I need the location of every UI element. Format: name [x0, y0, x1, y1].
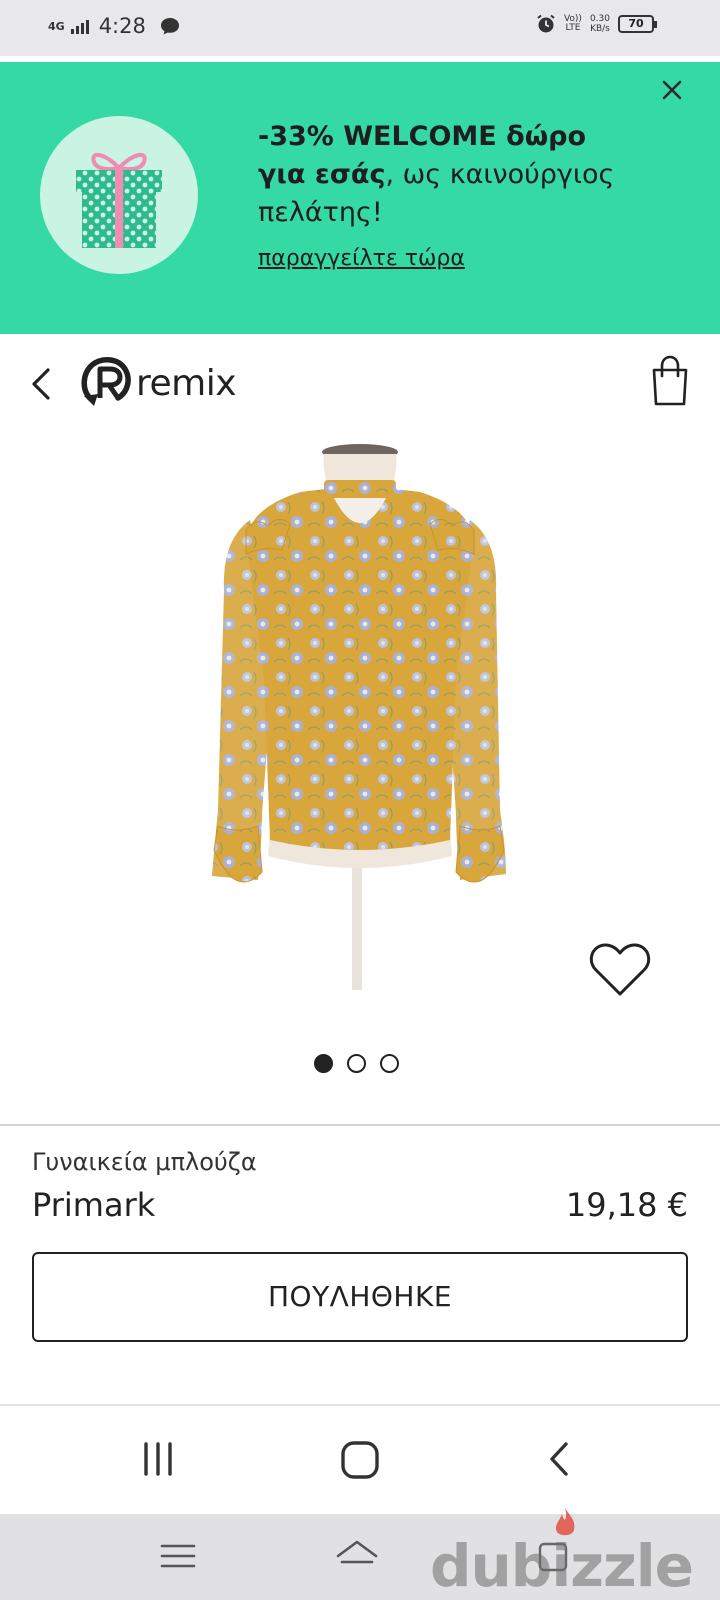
product-brand: Primark — [32, 1186, 156, 1224]
home-icon[interactable] — [336, 1436, 384, 1484]
remix-logo[interactable]: remix — [80, 354, 237, 412]
network-type: 4G — [48, 19, 65, 33]
gallery-dot-2[interactable] — [347, 1054, 366, 1073]
status-bar: 4G 4:28 Vo)) LTE 0.30 KB/s 70 — [0, 0, 720, 56]
product-category: Γυναικεία μπλούζα — [32, 1148, 257, 1176]
message-icon — [160, 18, 179, 35]
close-icon[interactable] — [658, 76, 686, 104]
order-now-link[interactable]: παραγγείλτε τώρα — [258, 246, 465, 271]
app-header: remix — [0, 334, 720, 430]
sold-status-button[interactable]: ΠΟΥΛΗΘΗΚΕ — [32, 1252, 688, 1342]
menu-icon[interactable] — [158, 1540, 198, 1572]
flame-icon — [555, 1508, 575, 1536]
back-icon[interactable] — [538, 1436, 586, 1484]
system-nav-bar — [0, 1406, 720, 1514]
blouse-photo — [212, 444, 506, 990]
product-price: 19,18 € — [565, 1186, 688, 1224]
network-speed: 0.30 KB/s — [589, 14, 610, 34]
bottom-toolbar: dubizzle — [0, 1514, 720, 1600]
watermark: dubizzle — [430, 1532, 694, 1600]
volte-indicator: Vo)) LTE — [563, 14, 582, 33]
promo-banner: -33% WELCOME δώρο για εσάς, ως καινούργι… — [0, 62, 720, 334]
recent-apps-icon[interactable] — [134, 1436, 182, 1484]
remix-logo-icon — [81, 357, 131, 406]
back-arrow-icon[interactable] — [24, 362, 60, 406]
gallery-dot-1[interactable] — [314, 1054, 333, 1073]
shopping-bag-icon[interactable] — [650, 354, 690, 408]
promo-headline: -33% WELCOME δώρο για εσάς, ως καινούργι… — [258, 118, 638, 232]
chevron-up-icon[interactable] — [332, 1532, 382, 1576]
gift-illustration — [40, 116, 198, 274]
battery-icon: 70 — [618, 15, 657, 33]
gallery-dot-3[interactable] — [380, 1054, 399, 1073]
status-time: 4:28 — [98, 14, 146, 38]
logo-text: remix — [136, 362, 237, 404]
divider — [0, 1124, 720, 1126]
gallery-pagination — [314, 1054, 399, 1073]
product-image[interactable] — [0, 430, 720, 1010]
signal-icon — [70, 18, 89, 34]
gift-icon — [76, 152, 162, 248]
alarm-icon — [537, 14, 555, 33]
heart-icon[interactable] — [588, 940, 652, 1000]
